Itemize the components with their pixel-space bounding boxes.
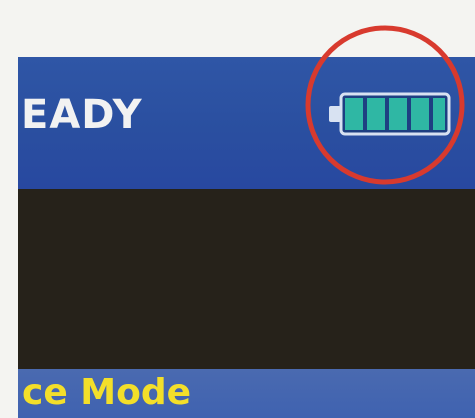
content-area: [18, 189, 475, 369]
mode-label: ce Mode: [22, 372, 192, 413]
screenshot-stage: EADY ce Mode: [0, 0, 475, 418]
status-label: EADY: [21, 92, 143, 138]
mode-bar: ce Mode: [18, 369, 475, 418]
highlight-circle: [305, 25, 465, 185]
